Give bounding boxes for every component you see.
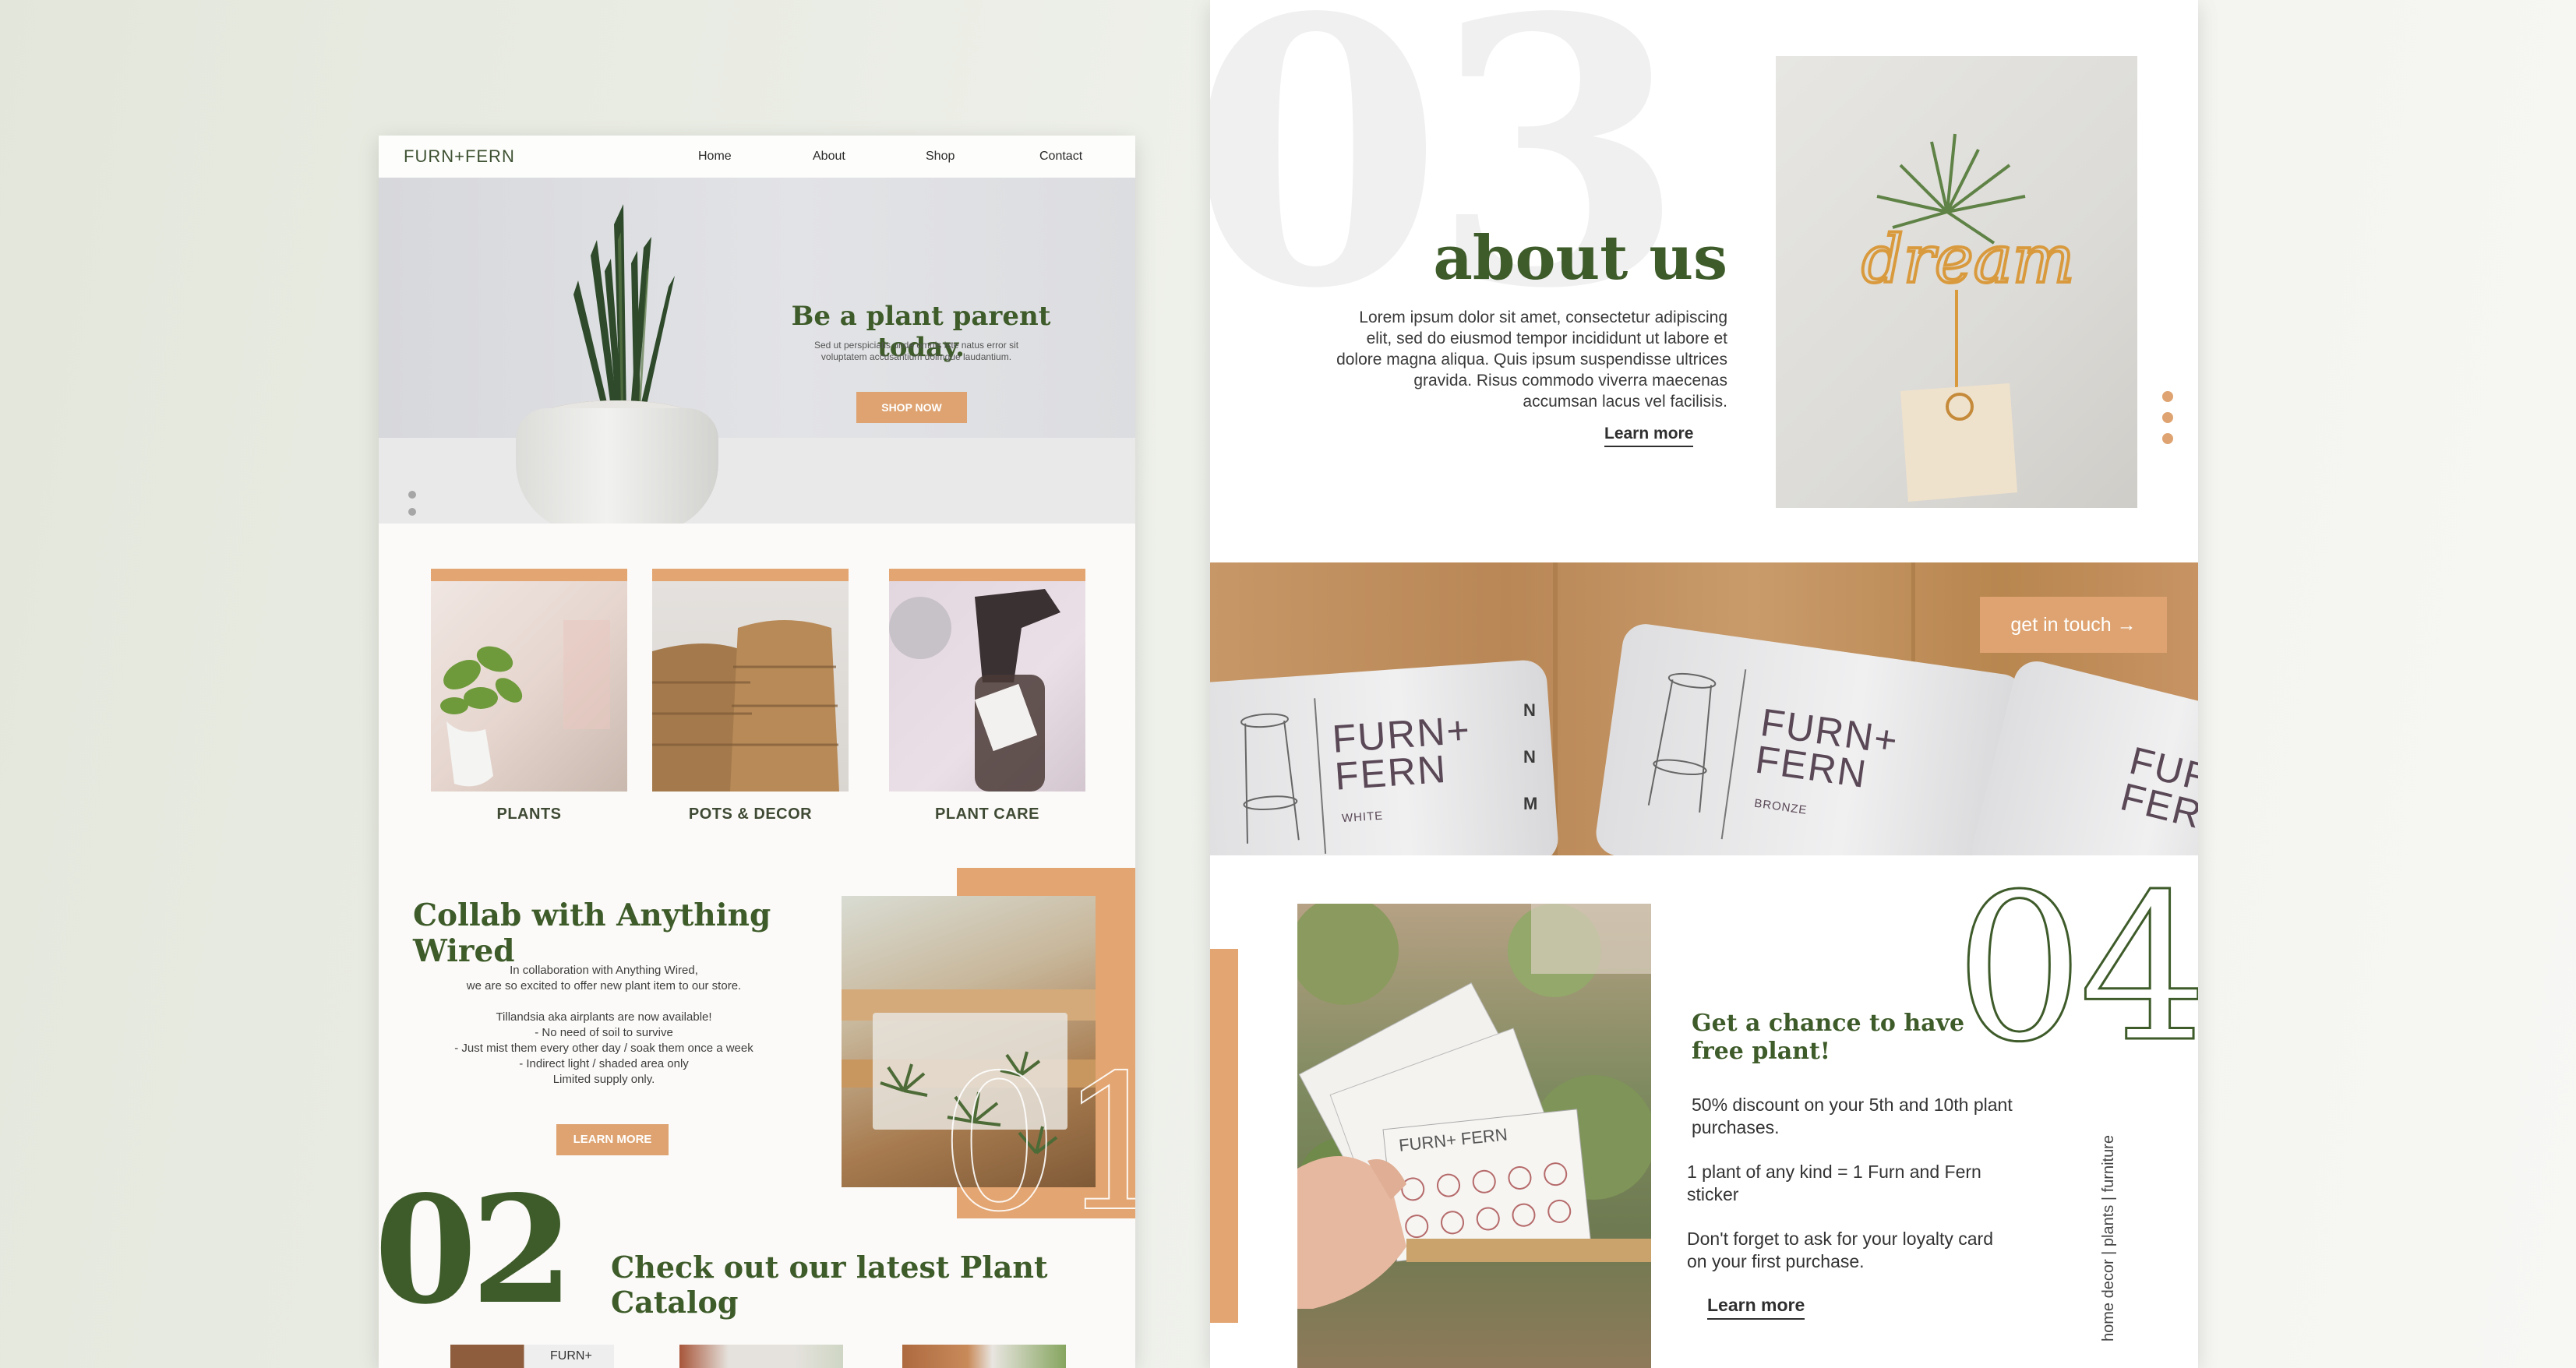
category-label-pots-decor[interactable]: POTS & DECOR xyxy=(652,806,849,823)
nav-home[interactable]: Home xyxy=(698,150,732,164)
collab-title: Collab with Anything Wired xyxy=(413,897,771,969)
collab-description: In collaboration with Anything Wired, we… xyxy=(454,964,753,1086)
about-learn-more-link[interactable]: Learn more xyxy=(1604,425,1694,447)
loyalty-point-3: Don't forget to ask for your loyalty car… xyxy=(1687,1229,1994,1271)
about-description: Lorem ipsum dolor sit amet, consectetur … xyxy=(1336,309,1727,411)
hero-banner: Be a plant parent today. Sed ut perspici… xyxy=(379,178,1135,524)
sticker-white: FURN+ FERN WHITE xyxy=(1210,658,1560,855)
navbar: FURN+FERN Home About Shop Contact xyxy=(379,136,1135,178)
category-label-plant-care[interactable]: PLANT CARE xyxy=(889,806,1085,823)
catalog-title: Check out our latest Plant Catalog xyxy=(611,1250,1048,1320)
loyalty-cards-in-hand-icon: FURN+ FERN xyxy=(1297,904,1651,1309)
hero-table-surface xyxy=(379,438,1135,524)
catalog-card-3[interactable] xyxy=(902,1345,1066,1368)
carousel-dots[interactable] xyxy=(408,491,416,524)
loyalty-point-2: 1 plant of any kind = 1 Furn and Fern st… xyxy=(1687,1162,1981,1204)
catalog-card-2[interactable] xyxy=(679,1345,843,1368)
shop-now-button[interactable]: SHOP NOW xyxy=(856,392,967,423)
landing-page-mockup-left: FURN+FERN Home About Shop Contact Be a p… xyxy=(379,136,1135,1368)
category-card-plant-care[interactable] xyxy=(889,569,1085,792)
sticker-brand-third: FURN FERN xyxy=(2116,738,2198,844)
basket-icon xyxy=(652,620,839,792)
loyalty-accent-strip xyxy=(1210,949,1238,1323)
spray-bottle-icon xyxy=(889,589,1060,792)
hero-subtitle: Sed ut perspiciatis unde omnis iste natu… xyxy=(813,340,1019,362)
section-number-02: 02 xyxy=(379,1163,573,1337)
dream-wire-sculpture-icon: dream xyxy=(1860,133,2076,502)
loyalty-card-photo: FURN+ FERN xyxy=(1297,904,1651,1368)
section-number-01: 01 xyxy=(939,1035,1135,1253)
packaging-banner: FURN+ FERN WHITE N N M FURN+ FERN BRONZE… xyxy=(1210,562,2198,855)
dream-wire-word: dream xyxy=(1861,221,2074,298)
landing-page-mockup-right: 03 about us Lorem ipsum dolor sit amet, … xyxy=(1210,0,2198,1368)
catalog-card-label: FURN+ xyxy=(550,1349,592,1363)
sticker-brand-bronze: FURN+ FERN xyxy=(1752,700,1902,797)
loyalty-learn-more-link[interactable]: Learn more xyxy=(1707,1295,1805,1320)
learn-more-button[interactable]: LEARN MORE xyxy=(556,1124,669,1155)
sticker-edge-letters: N N M xyxy=(1523,700,1538,813)
side-table-sketch-icon-2 xyxy=(1647,672,1717,813)
loyalty-point-1: 50% discount on your 5th and 10th plant … xyxy=(1692,1095,2013,1137)
get-in-touch-button[interactable]: get in touch → xyxy=(1980,597,2167,653)
logo[interactable]: FURN+FERN xyxy=(404,146,515,167)
plant-pot xyxy=(516,408,718,524)
nav-contact[interactable]: Contact xyxy=(1039,150,1082,164)
catalog-card-1[interactable]: FURN+ xyxy=(450,1345,614,1368)
vertical-tagline: home decor | plants | furniture xyxy=(2100,1135,2117,1342)
plants-photo xyxy=(431,581,627,792)
about-title: about us xyxy=(1433,223,1727,294)
baskets-photo xyxy=(652,581,849,792)
side-table-sketch-icon xyxy=(1240,713,1300,844)
carousel-dots-right[interactable] xyxy=(2162,391,2173,454)
sticker-variant-white: WHITE xyxy=(1341,809,1384,826)
sticker-variant-bronze: BRONZE xyxy=(1753,796,1808,817)
airplant-dream-photo: dream xyxy=(1776,56,2137,508)
nav-shop[interactable]: Shop xyxy=(926,150,955,164)
sticker-bronze: FURN+ FERN BRONZE xyxy=(1593,621,2027,855)
category-card-pots[interactable] xyxy=(652,569,849,792)
category-card-plants[interactable] xyxy=(431,569,627,792)
sticker-brand-white: FURN+ FERN xyxy=(1330,707,1473,799)
pothos-plant-icon xyxy=(440,620,610,787)
spray-bottle-photo xyxy=(889,581,1085,792)
section-number-04: 04 xyxy=(1954,851,2198,1087)
nav-about[interactable]: About xyxy=(813,150,845,164)
snake-plant-illustration xyxy=(573,204,675,419)
category-label-plants[interactable]: PLANTS xyxy=(431,806,627,823)
loyalty-title: Get a chance to have free plant! xyxy=(1692,1010,1965,1065)
